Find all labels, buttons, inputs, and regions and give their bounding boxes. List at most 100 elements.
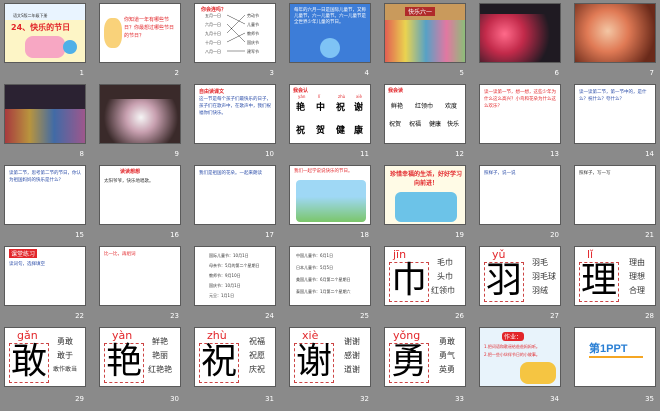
word: 鲜艳 — [152, 337, 168, 346]
pinyin: zhù — [338, 94, 346, 99]
slide-number: 7 — [649, 69, 654, 77]
slide-thumbnail-22[interactable]: 课堂练习 读词句，选择填空 — [4, 246, 86, 306]
slide-number: 8 — [79, 150, 84, 158]
word: 鲜艳 — [391, 103, 404, 110]
slide-thumbnail-18[interactable]: 我们一起学说说快乐的节日。 — [289, 165, 371, 225]
word: 快乐 — [447, 121, 460, 128]
row-text: 母亲节：5月的第二个星期日 — [209, 263, 260, 268]
slide-thumbnail-23[interactable]: 比一比，再组词 — [99, 246, 181, 306]
slide-18-text: 我们一起学说说快乐的节日。 — [294, 169, 353, 174]
slide-thumbnail-6[interactable] — [479, 3, 561, 63]
slide-20-text: 照样子，说一说 — [484, 171, 516, 176]
slide-thumbnail-10[interactable]: 自由读课文 这一节是每个孩子们最快乐的日子，孩子们在歌声中，在歌声中，我们祝福你… — [194, 84, 276, 144]
slide-5-banner: 快乐六一 — [405, 7, 436, 16]
slide-thumbnail-13[interactable]: 读一读第一节，想一想，这些少年为什么这么高兴？小鸟和花朵为什么这么欢乐？ — [479, 84, 561, 144]
slide-thumbnail-7[interactable] — [574, 3, 656, 63]
word: 祝愿 — [249, 351, 265, 360]
children-illustration — [395, 192, 457, 222]
slide-number: 3 — [269, 69, 274, 77]
big-char: 勇 — [391, 341, 428, 382]
word: 羽绒 — [532, 286, 548, 295]
row-text: 中国儿童节：6月1日 — [296, 253, 334, 258]
slide-number: 27 — [550, 312, 559, 320]
char: 中 — [316, 103, 326, 113]
slide-thumbnail-15[interactable]: 读第二节，思考第二节的节日，你认为祖国妈妈的快乐是什么？ — [4, 165, 86, 225]
slide-number: 4 — [364, 69, 369, 77]
word: 健康 — [429, 121, 442, 128]
word: 勇敢 — [439, 337, 455, 346]
slide-thumbnail-17[interactable]: 我们是祖国的花朵。一起来朗读 — [194, 165, 276, 225]
slide-thumbnail-1[interactable]: 语文S版二年级下册 24、快乐的节日 — [4, 3, 86, 63]
char: 谢 — [354, 103, 364, 113]
slide-thumbnail-24[interactable]: 国际儿童节：10月1日 母亲节：5月的第二个星期日 教师节：9月10日 国庆节：… — [194, 246, 276, 306]
slide-thumbnail-19[interactable]: 珍惜幸福的生活，好好学习向前进！ — [384, 165, 466, 225]
word: 谢谢 — [344, 337, 360, 346]
word: 祝贺 — [389, 121, 402, 128]
slide-thumbnail-14[interactable]: 读一读第二节，第一节中的，是什么？祝什么？夸什么？ — [574, 84, 656, 144]
slide-number: 19 — [455, 231, 464, 239]
word: 勇气 — [439, 351, 455, 360]
slide-thumbnail-9[interactable] — [99, 84, 181, 144]
slide-thumbnail-29[interactable]: gǎn 敢 勇敢 敢于 敢作敢当 — [4, 327, 86, 387]
slide-number: 30 — [170, 395, 179, 403]
slide-number: 24 — [265, 312, 274, 320]
slide-thumbnail-21[interactable]: 照样子，写一写 — [574, 165, 656, 225]
logo-underline — [589, 356, 643, 358]
slide-thumbnail-31[interactable]: zhù 祝 祝福 祝愿 庆祝 — [194, 327, 276, 387]
slide-thumbnail-26[interactable]: jīn 巾 毛巾 头巾 红领巾 — [384, 246, 466, 306]
slide-11-title: 我会认 — [293, 88, 309, 94]
slide-thumbnail-33[interactable]: yǒng 勇 勇敢 勇气 英勇 — [384, 327, 466, 387]
slide-thumbnail-2[interactable]: 你知道一年有哪些节日？你最想过哪些节日的节日？ — [99, 3, 181, 63]
big-char: 巾 — [391, 260, 428, 301]
slide-number: 20 — [550, 231, 559, 239]
slide-10-title: 自由读课文 — [199, 89, 225, 95]
slide-thumbnail-5[interactable]: 快乐六一 — [384, 3, 466, 63]
row-text: 元旦：1月1日 — [209, 293, 235, 298]
slide-12-title: 我会读 — [388, 88, 404, 94]
slide-thumbnail-3[interactable]: 你会连吗？ 五月一日 六月一日 九月十日 十月一日 八月一日 劳动节 儿童节 教… — [194, 3, 276, 63]
slide-number: 18 — [360, 231, 369, 239]
char: 祝 — [336, 103, 346, 113]
slide-13-text: 读一读第一节，想一想，这些少年为什么这么高兴？小鸟和花朵为什么这么欢乐？ — [484, 90, 556, 109]
slide-number: 33 — [455, 395, 464, 403]
word: 理想 — [629, 272, 645, 281]
slide-thumbnail-30[interactable]: yàn 艳 鲜艳 艳丽 红艳艳 — [99, 327, 181, 387]
word: 敢作敢当 — [53, 366, 78, 373]
cartoon-kid — [104, 18, 122, 48]
slide-number: 13 — [550, 150, 559, 158]
big-char: 理 — [581, 260, 618, 301]
big-char: 祝 — [201, 341, 238, 382]
big-char: 谢 — [296, 341, 333, 382]
slide-thumbnail-12[interactable]: 我会读 鲜艳 红领巾 欢度 祝贺 祝福 健康 快乐 — [384, 84, 466, 144]
row-text: 国庆节：10月1日 — [209, 283, 241, 288]
stage-photo — [5, 109, 85, 143]
word: 敢于 — [57, 351, 73, 360]
slide-number: 12 — [455, 150, 464, 158]
row-text: 日本儿童节：5月5日 — [296, 265, 334, 270]
slide-19-text: 珍惜幸福的生活，好好学习向前进！ — [389, 171, 462, 187]
slide-thumbnail-32[interactable]: xiè 谢 谢谢 感谢 道谢 — [289, 327, 371, 387]
slide-thumbnail-35[interactable]: 第1PPT — [574, 327, 656, 387]
slide-thumbnail-4[interactable]: 每年的六月一日是国际儿童节，又称儿童节，六一儿童节。六一儿童节是全世界少年儿童的… — [289, 3, 371, 63]
slide-thumbnail-25[interactable]: 中国儿童节：6月1日 日本儿童节：5月5日 美国儿童节：6月第二个星期日 泰国儿… — [289, 246, 371, 306]
slide-thumbnail-16[interactable]: 读读想想 太阳爷爷，快乐地唱歌。 — [99, 165, 181, 225]
word: 勇敢 — [57, 337, 73, 346]
slide-17-text: 我们是祖国的花朵。一起来朗读 — [199, 171, 262, 176]
slide-thumbnail-20[interactable]: 照样子，说一说 — [479, 165, 561, 225]
celebration-illustration — [296, 180, 366, 222]
slide-14-text: 读一读第二节，第一节中的，是什么？祝什么？夸什么？ — [579, 90, 647, 102]
slide-thumbnail-11[interactable]: 我会认 yàn lǐ zhù xiè 艳 中 祝 谢 祝 贺 健 康 — [289, 84, 371, 144]
pinyin: yàn — [298, 94, 306, 99]
word: 欢度 — [445, 103, 458, 110]
slide-number: 35 — [645, 395, 654, 403]
word: 英勇 — [439, 365, 455, 374]
slide-thumbnail-27[interactable]: yǔ 羽 羽毛 羽毛球 羽绒 — [479, 246, 561, 306]
word: 红艳艳 — [148, 365, 172, 374]
kids-illustration — [25, 36, 65, 58]
slide-thumbnail-28[interactable]: lǐ 理 理由 理想 合理 — [574, 246, 656, 306]
slide-thumbnail-34[interactable]: 作业： 1.把词语和歌谣给爸爸妈妈听。 2.把一些小伙伴节日的小故事。 — [479, 327, 561, 387]
slide-23-text: 比一比，再组词 — [104, 252, 136, 257]
slide-thumbnail-8[interactable] — [4, 84, 86, 144]
kids-reading-illustration — [520, 362, 556, 384]
word: 红领巾 — [431, 286, 455, 295]
